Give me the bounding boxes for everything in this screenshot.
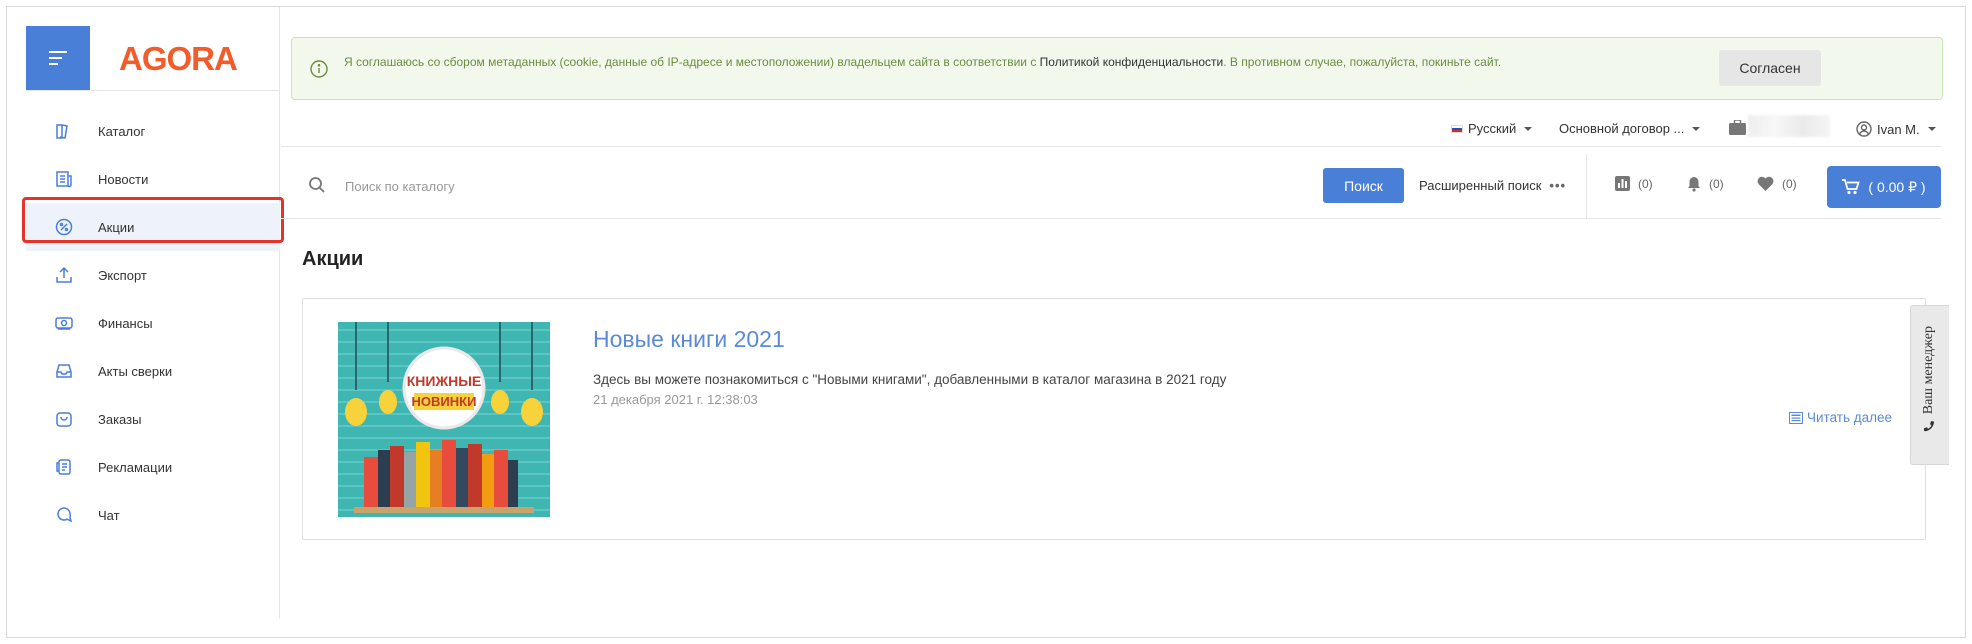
promo-image-text-2: НОВИНКИ — [412, 394, 477, 409]
sidebar-item-catalog[interactable]: Каталог — [26, 107, 280, 155]
contract-selector[interactable]: Основной договор ... — [1559, 121, 1701, 136]
inbox-icon — [55, 362, 73, 380]
cart-button[interactable]: ( 0.00 ₽ ) — [1827, 166, 1941, 208]
read-more-label: Читать далее — [1807, 410, 1893, 425]
privacy-policy-link[interactable]: Политикой конфиденциальности — [1040, 55, 1224, 69]
consent-text-after: . В противном случае, пожалуйста, покинь… — [1223, 55, 1502, 69]
advanced-search-label: Расширенный поиск — [1419, 178, 1542, 193]
promo-image[interactable]: КНИЖНЫЕ НОВИНКИ — [338, 322, 550, 517]
sidebar-item-promotions[interactable]: Акции — [26, 203, 280, 251]
chevron-down-icon — [1692, 126, 1701, 131]
briefcase-button[interactable] — [1729, 120, 1746, 135]
divider — [26, 90, 280, 91]
briefcase-icon — [1729, 120, 1746, 135]
notifications-counter[interactable]: (0) — [1687, 176, 1724, 192]
sidebar-item-label: Заказы — [98, 411, 142, 427]
heart-icon — [1757, 176, 1774, 191]
chevron-down-icon — [1927, 127, 1936, 131]
sidebar-item-news[interactable]: Новости — [26, 155, 280, 203]
notifications-count: (0) — [1709, 177, 1724, 191]
percent-icon — [55, 218, 73, 236]
promo-title[interactable]: Новые книги 2021 — [593, 326, 785, 353]
menu-toggle-button[interactable] — [26, 26, 90, 90]
promo-description: Здесь вы можете познакомиться с "Новыми … — [593, 372, 1227, 387]
cookie-consent-banner: Я соглашаюсь со сбором метаданных (cooki… — [291, 37, 1943, 100]
manager-tab-content: Ваш менеджер — [1921, 326, 1937, 432]
app-window: AGORA Каталог Новости Акции Экспорт Фина… — [6, 6, 1966, 638]
document-icon — [55, 458, 73, 476]
chart-icon — [1615, 176, 1630, 191]
sidebar-item-label: Чат — [98, 507, 120, 523]
sidebar-item-orders[interactable]: Заказы — [26, 395, 280, 443]
consent-text: Я соглашаюсь со сбором метаданных (cooki… — [344, 54, 1614, 70]
promo-image-text-1: КНИЖНЫЕ — [407, 373, 482, 389]
divider — [281, 218, 1941, 219]
user-avatar-icon — [1856, 121, 1872, 137]
chat-icon — [55, 506, 73, 524]
sidebar: AGORA Каталог Новости Акции Экспорт Фина… — [7, 7, 284, 619]
more-dots-icon: ••• — [1549, 178, 1567, 193]
your-manager-tab[interactable]: Ваш менеджер — [1910, 305, 1949, 465]
sidebar-item-label: Новости — [98, 171, 149, 187]
cart-icon — [1842, 179, 1861, 195]
compare-counter[interactable]: (0) — [1615, 176, 1653, 191]
sidebar-item-label: Рекламации — [98, 459, 173, 475]
sidebar-item-label: Акции — [98, 219, 135, 235]
sidebar-item-claims[interactable]: Рекламации — [26, 443, 280, 491]
sidebar-item-label: Каталог — [98, 123, 146, 139]
sidebar-nav: Каталог Новости Акции Экспорт Финансы Ак… — [26, 107, 280, 539]
catalog-icon — [55, 122, 73, 140]
sidebar-item-reconciliation[interactable]: Акты сверки — [26, 347, 280, 395]
top-meta-bar: Русский Основной договор ... Ivan M. — [281, 115, 1941, 145]
promo-date: 21 декабря 2021 г. 12:38:03 — [593, 392, 758, 407]
user-menu[interactable]: Ivan M. — [1856, 121, 1936, 137]
search-icon — [309, 177, 325, 193]
promo-card: КНИЖНЫЕ НОВИНКИ Новые книги 2021 Здесь в… — [302, 298, 1926, 540]
info-icon — [310, 60, 328, 78]
read-more-link[interactable]: Читать далее — [1789, 410, 1892, 425]
bag-icon — [55, 410, 73, 428]
agree-button[interactable]: Согласен — [1719, 50, 1821, 86]
manager-tab-label: Ваш менеджер — [1921, 326, 1936, 415]
favorites-count: (0) — [1782, 176, 1797, 191]
user-name: Ivan M. — [1877, 121, 1920, 137]
search-bar: Поиск Расширенный поиск ••• (0) (0) (0) … — [281, 154, 1941, 218]
favorites-counter[interactable]: (0) — [1757, 176, 1797, 191]
news-icon — [55, 170, 73, 188]
divider — [281, 146, 1941, 147]
sidebar-item-export[interactable]: Экспорт — [26, 251, 280, 299]
search-button[interactable]: Поиск — [1323, 168, 1404, 203]
language-label: Русский — [1468, 121, 1517, 136]
sidebar-item-finance[interactable]: Финансы — [26, 299, 280, 347]
phone-icon — [1924, 421, 1934, 432]
compare-count: (0) — [1638, 176, 1653, 191]
page-title: Акции — [302, 248, 364, 270]
russia-flag-icon — [1451, 124, 1463, 133]
menu-icon — [49, 51, 67, 65]
chevron-down-icon — [1524, 126, 1533, 131]
logo[interactable]: AGORA — [119, 40, 238, 78]
upload-icon — [55, 266, 73, 284]
sidebar-item-label: Акты сверки — [98, 363, 173, 379]
newspaper-icon — [1789, 411, 1803, 424]
sidebar-item-label: Экспорт — [98, 267, 147, 283]
money-icon — [55, 314, 73, 332]
search-input[interactable] — [345, 172, 1245, 200]
divider — [1586, 154, 1587, 218]
cart-total: ( 0.00 ₽ ) — [1868, 178, 1926, 195]
sidebar-item-chat[interactable]: Чат — [26, 491, 280, 539]
bell-icon — [1688, 177, 1700, 192]
contract-label: Основной договор ... — [1559, 121, 1685, 136]
sidebar-item-label: Финансы — [98, 315, 153, 331]
consent-text-before: Я соглашаюсь со сбором метаданных (cooki… — [344, 55, 1040, 69]
language-selector[interactable]: Русский — [1451, 121, 1533, 136]
advanced-search-link[interactable]: Расширенный поиск ••• — [1419, 178, 1566, 193]
blurred-balance — [1748, 115, 1830, 137]
